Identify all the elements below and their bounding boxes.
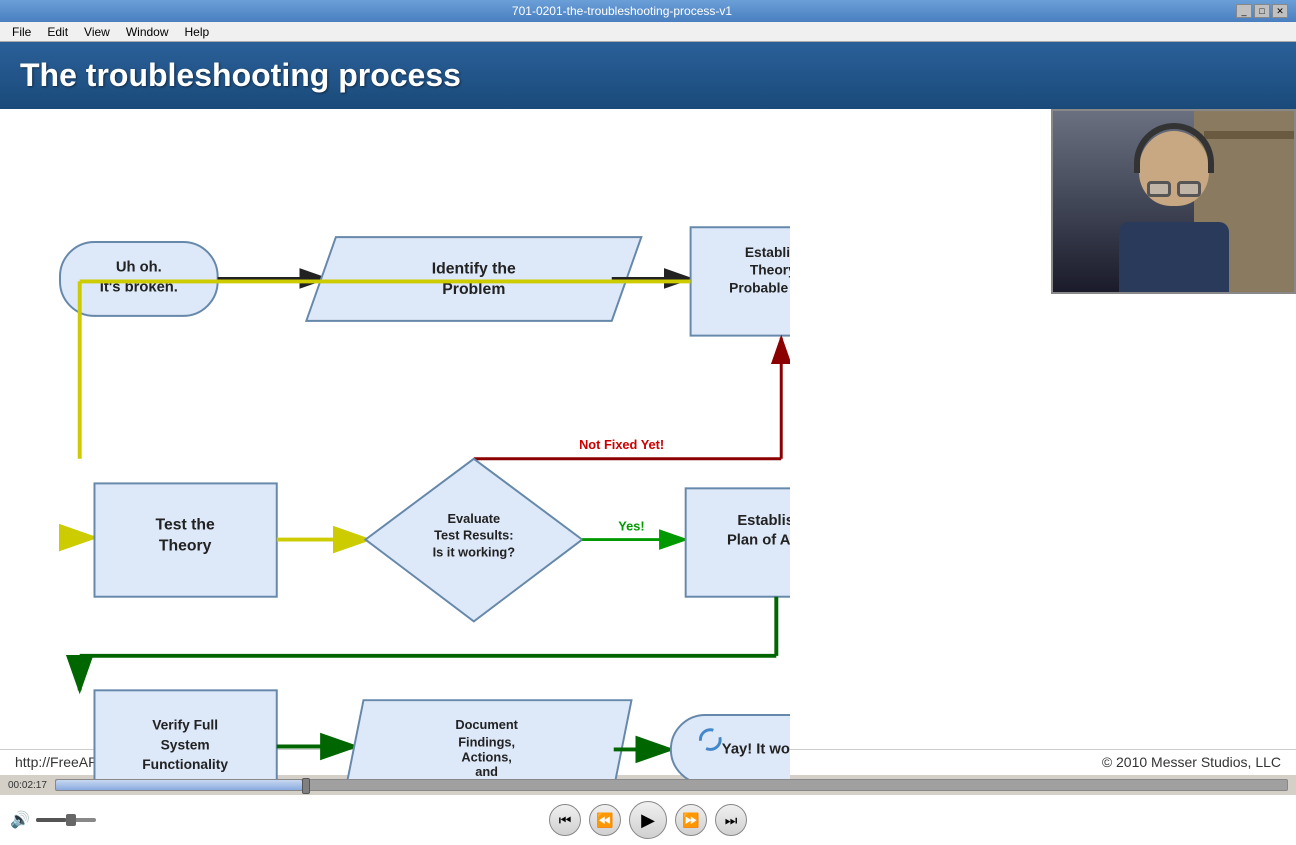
svg-text:Actions,: Actions,: [461, 749, 511, 764]
svg-text:Functionality: Functionality: [142, 757, 228, 772]
menu-view[interactable]: View: [76, 23, 118, 41]
flowchart-svg: Uh oh. It's broken. Identify the Problem…: [0, 109, 790, 779]
menu-window[interactable]: Window: [118, 23, 177, 41]
svg-text:Yay! It works!: Yay! It works!: [722, 741, 790, 757]
svg-text:Problem: Problem: [442, 281, 505, 298]
svg-text:Probable Cause: Probable Cause: [729, 280, 790, 295]
shelf-decoration: [1204, 131, 1294, 139]
menu-bar: File Edit View Window Help: [0, 22, 1296, 42]
svg-text:System: System: [161, 737, 210, 752]
svg-text:Establish a: Establish a: [745, 245, 790, 260]
maximize-button[interactable]: □: [1254, 4, 1270, 18]
svg-text:Identify the: Identify the: [432, 261, 516, 278]
title-bar-buttons: _ □ ✕: [1236, 4, 1288, 18]
progress-bar[interactable]: [55, 779, 1288, 791]
svg-text:Findings,: Findings,: [458, 734, 515, 749]
glass-left: [1147, 181, 1171, 197]
flowchart-area: Uh oh. It's broken. Identify the Problem…: [0, 109, 1296, 749]
svg-text:Theory: Theory: [159, 537, 212, 554]
svg-text:Test the: Test the: [156, 517, 215, 534]
menu-edit[interactable]: Edit: [39, 23, 76, 41]
slide-title: The troubleshooting process: [20, 57, 1276, 94]
svg-text:Evaluate: Evaluate: [448, 511, 501, 526]
slide-header: The troubleshooting process: [0, 42, 1296, 109]
title-bar-text: 701-0201-the-troubleshooting-process-v1: [8, 4, 1236, 18]
close-button[interactable]: ✕: [1272, 4, 1288, 18]
svg-text:and: and: [475, 764, 498, 779]
progress-fill: [56, 780, 302, 790]
svg-text:Yes!: Yes!: [618, 519, 644, 534]
webcam-panel: [1051, 109, 1296, 294]
main-panel: The troubleshooting process: [0, 42, 1296, 845]
minimize-button[interactable]: _: [1236, 4, 1252, 18]
svg-text:Uh oh.: Uh oh.: [116, 260, 162, 276]
rewind-button[interactable]: ⏪: [589, 804, 621, 836]
person-body: [1119, 222, 1229, 292]
svg-text:Theory of: Theory of: [750, 263, 790, 278]
bottom-copyright: © 2010 Messer Studios, LLC: [1102, 754, 1281, 770]
skip-back-button[interactable]: ⏮: [549, 804, 581, 836]
svg-text:Establish a: Establish a: [737, 513, 790, 529]
playback-controls: ⏮ ⏪ ▶ ⏩ ⏭: [549, 795, 747, 845]
glass-right: [1177, 181, 1201, 197]
svg-text:Test Results:: Test Results:: [434, 528, 513, 543]
forward-button[interactable]: ⏩: [675, 804, 707, 836]
time-label: 00:02:17: [8, 780, 47, 791]
person-glasses: [1147, 181, 1201, 197]
volume-area: 🔊: [10, 810, 96, 830]
volume-slider[interactable]: [36, 818, 96, 822]
svg-text:Document: Document: [455, 717, 518, 732]
svg-text:Is it working?: Is it working?: [433, 544, 516, 559]
content-area: The troubleshooting process: [0, 42, 1296, 845]
volume-thumb[interactable]: [66, 814, 76, 826]
controls-wrapper: 🔊 ⏮ ⏪ ▶ ⏩ ⏭: [0, 795, 1296, 845]
webcam-inner: [1053, 111, 1294, 292]
app-window: 701-0201-the-troubleshooting-process-v1 …: [0, 0, 1296, 845]
progress-thumb[interactable]: [302, 778, 310, 794]
svg-text:Verify Full: Verify Full: [152, 718, 218, 733]
menu-help[interactable]: Help: [177, 23, 218, 41]
webcam-person: [1053, 111, 1294, 292]
svg-text:Not Fixed Yet!: Not Fixed Yet!: [579, 437, 664, 452]
menu-file[interactable]: File: [4, 23, 39, 41]
skip-forward-button[interactable]: ⏭: [715, 804, 747, 836]
play-button[interactable]: ▶: [629, 801, 667, 839]
svg-text:Plan of Action: Plan of Action: [727, 533, 790, 549]
volume-icon: 🔊: [10, 810, 30, 830]
title-bar: 701-0201-the-troubleshooting-process-v1 …: [0, 0, 1296, 22]
